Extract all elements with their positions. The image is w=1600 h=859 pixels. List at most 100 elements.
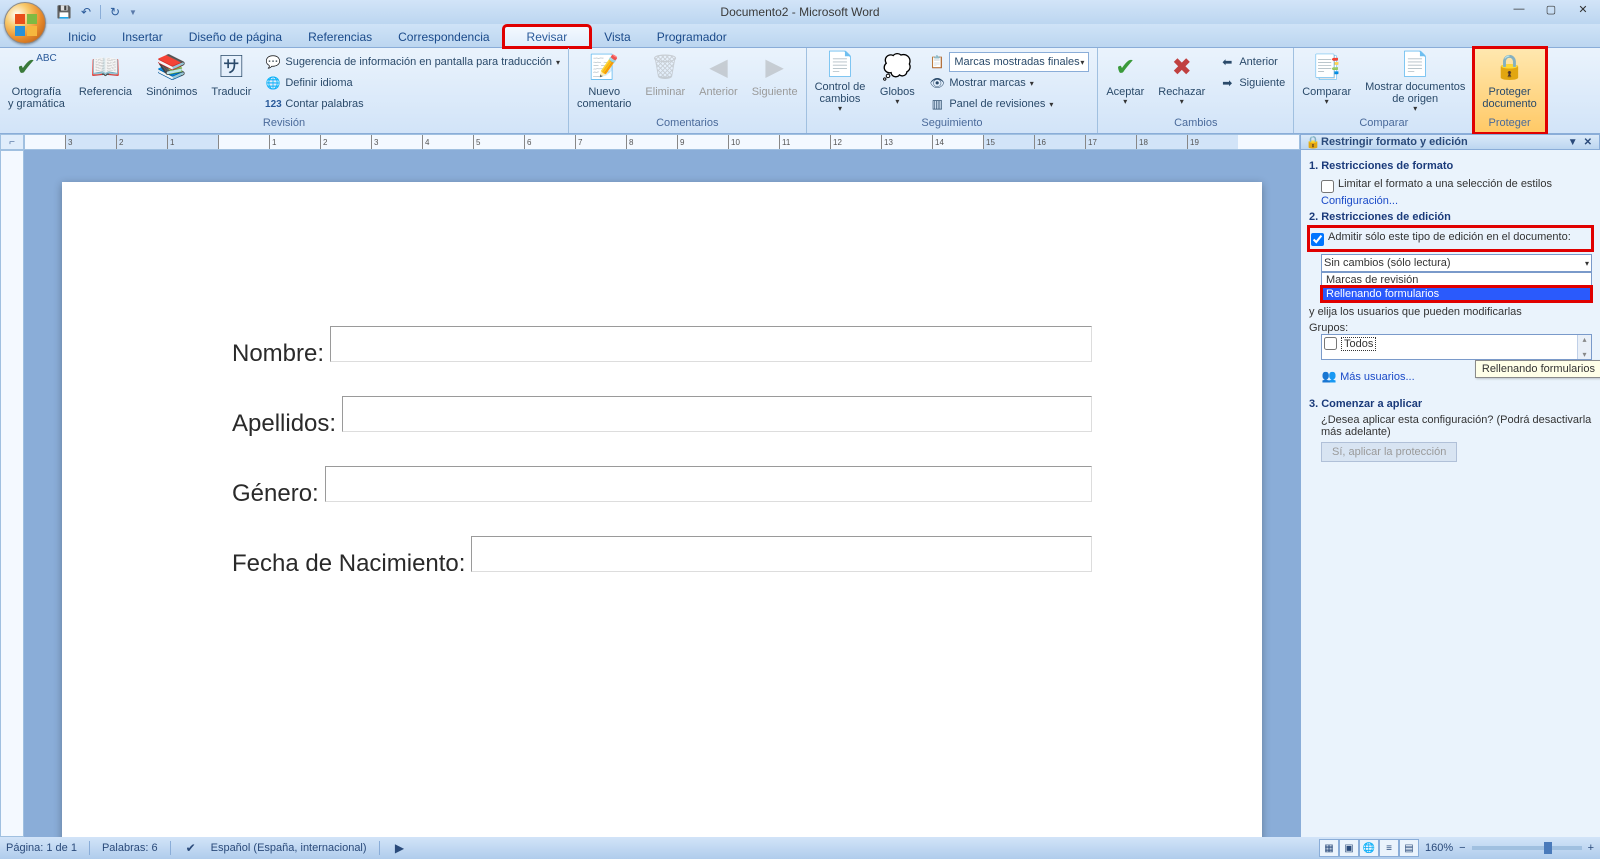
traducir-button[interactable]: 🈂 Traducir [205, 50, 257, 116]
tab-revisar[interactable]: Revisar [504, 26, 591, 47]
status-language[interactable]: Español (España, internacional) [211, 842, 367, 854]
macro-icon[interactable]: ▶ [392, 840, 408, 856]
view-web[interactable]: 🌐 [1359, 839, 1379, 857]
globos-button[interactable]: 💭 Globos▾ [873, 50, 921, 116]
allow-editing-checkbox[interactable]: Admitir sólo este tipo de edición en el … [1311, 229, 1590, 248]
tab-diseno[interactable]: Diseño de página [177, 27, 294, 47]
section3-heading: 3. Comenzar a aplicar [1309, 398, 1592, 410]
apply-protection-button: Sí, aplicar la protección [1321, 442, 1457, 462]
users-icon: 👥 [1321, 368, 1337, 384]
zoom-out-button[interactable]: − [1459, 842, 1465, 854]
editing-type-select[interactable]: Sin cambios (sólo lectura) ▾ [1321, 254, 1592, 272]
tab-inicio[interactable]: Inicio [56, 27, 108, 47]
ribbon: ✔ABC Ortografía y gramática 📖 Referencia… [0, 48, 1600, 134]
show-marks-icon: 👁 [929, 75, 945, 91]
qat-dropdown-icon[interactable]: ▼ [129, 8, 139, 17]
proteger-documento-button[interactable]: 🔒 Proteger documento [1476, 50, 1542, 116]
separator [170, 841, 171, 855]
minimize-button[interactable]: — [1504, 0, 1534, 18]
view-fullscreen[interactable]: ▣ [1339, 839, 1359, 857]
view-outline[interactable]: ≡ [1379, 839, 1399, 857]
status-page[interactable]: Página: 1 de 1 [6, 842, 77, 854]
maximize-button[interactable]: ▢ [1536, 0, 1566, 18]
mostrar-marcas-button[interactable]: 👁Mostrar marcas▾ [927, 73, 1091, 93]
tab-referencias[interactable]: Referencias [296, 27, 384, 47]
zoom-thumb[interactable] [1544, 842, 1552, 854]
office-button[interactable] [4, 2, 46, 44]
ruler-tick: 8 [626, 135, 677, 149]
taskpane-close-icon[interactable]: ✕ [1581, 137, 1595, 148]
field-input-nombre[interactable] [330, 326, 1092, 362]
proofing-icon[interactable]: ✔ [183, 840, 199, 856]
view-buttons: ▦ ▣ 🌐 ≡ ▤ [1319, 839, 1419, 857]
configuracion-link[interactable]: Configuración... [1321, 195, 1592, 207]
field-label: Género: [232, 480, 319, 508]
contar-palabras-button[interactable]: 123Contar palabras [263, 94, 562, 114]
ruler-tick: 16 [1034, 135, 1085, 149]
undo-icon[interactable]: ↶ [78, 4, 94, 20]
rechazar-button[interactable]: ✖ Rechazar▾ [1152, 50, 1211, 116]
referencia-button[interactable]: 📖 Referencia [73, 50, 138, 116]
nuevo-comentario-button[interactable]: 📝 Nuevo comentario [571, 50, 637, 116]
tab-correspondencia[interactable]: Correspondencia [386, 27, 501, 47]
mostrar-documentos-button[interactable]: 📄 Mostrar documentos de origen▾ [1359, 50, 1471, 116]
aceptar-button[interactable]: ✔ Aceptar▾ [1100, 50, 1150, 116]
group-label-cambios: Cambios [1100, 116, 1291, 131]
tab-programador[interactable]: Programador [645, 27, 739, 47]
tab-insertar[interactable]: Insertar [110, 27, 175, 47]
compare-icon: 📑 [1311, 52, 1343, 84]
group-todos[interactable]: Todos [1341, 337, 1376, 351]
listbox-scrollbar[interactable]: ▴▾ [1577, 335, 1591, 359]
marcas-combo[interactable]: 📋Marcas mostradas finales▾ [927, 52, 1091, 72]
ruler-tick: 4 [422, 135, 473, 149]
prev-comment-icon: ◀ [702, 52, 734, 84]
field-label: Apellidos: [232, 410, 336, 438]
checkbox-icon[interactable] [1324, 337, 1337, 350]
field-label: Nombre: [232, 340, 324, 368]
ruler-corner[interactable]: ⌐ [0, 134, 24, 150]
cambio-siguiente-button[interactable]: ➡Siguiente [1217, 73, 1287, 93]
view-draft[interactable]: ▤ [1399, 839, 1419, 857]
checkbox-icon[interactable] [1311, 233, 1324, 246]
field-input-apellidos[interactable] [342, 396, 1092, 432]
ruler-tick: 17 [1085, 135, 1136, 149]
group-revision: ✔ABC Ortografía y gramática 📖 Referencia… [0, 48, 569, 133]
tab-vista[interactable]: Vista [592, 27, 642, 47]
zoom-level[interactable]: 160% [1425, 842, 1453, 854]
control-cambios-button[interactable]: 📄 Control de cambios▾ [809, 50, 872, 116]
option-marcas[interactable]: Marcas de revisión [1322, 273, 1591, 287]
option-rellenando-formularios[interactable]: Rellenando formularios [1322, 287, 1591, 301]
reference-icon: 📖 [89, 52, 121, 84]
close-button[interactable]: ✕ [1568, 0, 1598, 18]
group-proteger: 🔒 Proteger documento Proteger [1474, 48, 1545, 133]
status-words[interactable]: Palabras: 6 [102, 842, 158, 854]
view-print-layout[interactable]: ▦ [1319, 839, 1339, 857]
cambio-anterior-button[interactable]: ⬅Anterior [1217, 52, 1287, 72]
comparar-button[interactable]: 📑 Comparar▾ [1296, 50, 1357, 116]
ruler-tick: 19 [1187, 135, 1238, 149]
prev-change-icon: ⬅ [1219, 54, 1235, 70]
sinonimos-button[interactable]: 📚 Sinónimos [140, 50, 203, 116]
display-icon: 📋 [929, 54, 945, 70]
sugerencia-button[interactable]: 💬Sugerencia de información en pantalla p… [263, 52, 562, 72]
taskpane-menu-icon[interactable]: ▼ [1565, 137, 1581, 148]
window-controls: — ▢ ✕ [1504, 0, 1598, 18]
field-input-fecha[interactable] [471, 536, 1092, 572]
zoom-slider[interactable] [1472, 846, 1582, 850]
horizontal-ruler[interactable]: 3 2 1 1 2 3 4 5 6 7 8 9 10 11 12 13 14 1… [24, 134, 1300, 150]
document-page[interactable]: Nombre: Apellidos: Género: Fecha de Naci… [62, 182, 1262, 837]
groups-listbox[interactable]: Todos ▴▾ [1321, 334, 1592, 360]
ortografia-button[interactable]: ✔ABC Ortografía y gramática [2, 50, 71, 116]
field-input-genero[interactable] [325, 466, 1092, 502]
vertical-ruler[interactable] [0, 150, 24, 837]
redo-icon[interactable]: ↻ [107, 4, 123, 20]
zoom-in-button[interactable]: + [1588, 842, 1594, 854]
panel-revisiones-button[interactable]: ▥Panel de revisiones▾ [927, 94, 1091, 114]
editing-type-dropdown[interactable]: Marcas de revisión Rellenando formulario… [1321, 272, 1592, 302]
save-icon[interactable]: 💾 [56, 4, 72, 20]
definir-idioma-button[interactable]: 🌐Definir idioma [263, 73, 562, 93]
protect-icon: 🔒 [1494, 52, 1526, 84]
apply-question: ¿Desea aplicar esta configuración? (Podr… [1321, 414, 1592, 438]
limit-format-checkbox[interactable]: Limitar el formato a una selección de es… [1321, 176, 1592, 195]
checkbox-icon[interactable] [1321, 180, 1334, 193]
